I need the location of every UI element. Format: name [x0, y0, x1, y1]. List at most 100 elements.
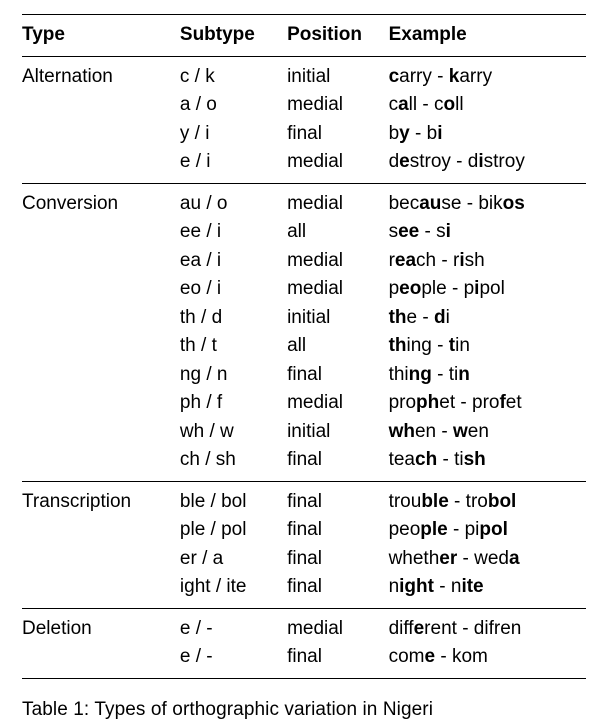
cell-example: thing - tin: [389, 332, 586, 361]
caption-text-fragment: Types of orthographic variation in Niger…: [94, 699, 433, 720]
table-row: eo / imedialpeople - pipol: [22, 275, 586, 304]
table-row: ph / fmedialprophet - profet: [22, 389, 586, 418]
cell-position: final: [287, 120, 389, 149]
col-header-subtype: Subtype: [180, 15, 287, 57]
table-row: Deletione / -medialdifferent - difren: [22, 608, 586, 643]
cell-type: Conversion: [22, 183, 180, 218]
col-header-type: Type: [22, 15, 180, 57]
cell-type: [22, 120, 180, 149]
cell-type: Alternation: [22, 56, 180, 91]
cell-subtype: wh / w: [180, 418, 287, 447]
cell-type: [22, 418, 180, 447]
cell-position: final: [287, 545, 389, 574]
cell-position: final: [287, 361, 389, 390]
cell-position: final: [287, 481, 389, 516]
cell-example: when - wen: [389, 418, 586, 447]
cell-position: medial: [287, 608, 389, 643]
cell-subtype: a / o: [180, 91, 287, 120]
cell-example: trouble - trobol: [389, 481, 586, 516]
cell-example: thing - tin: [389, 361, 586, 390]
cell-subtype: y / i: [180, 120, 287, 149]
cell-position: medial: [287, 389, 389, 418]
cell-type: [22, 516, 180, 545]
cell-example: people - pipol: [389, 516, 586, 545]
table-row: ight / itefinalnight - nite: [22, 573, 586, 608]
cell-position: final: [287, 446, 389, 481]
cell-position: final: [287, 643, 389, 678]
cell-position: initial: [287, 418, 389, 447]
table-row: e / -finalcome - kom: [22, 643, 586, 678]
cell-position: medial: [287, 183, 389, 218]
caption-prefix: Table 1:: [22, 699, 94, 720]
orthographic-variation-table: Type Subtype Position Example Alternatio…: [22, 14, 586, 679]
cell-example: whether - weda: [389, 545, 586, 574]
table-row: a / omedialcall - coll: [22, 91, 586, 120]
cell-type: [22, 304, 180, 333]
cell-example: teach - tish: [389, 446, 586, 481]
cell-subtype: ple / pol: [180, 516, 287, 545]
cell-subtype: eo / i: [180, 275, 287, 304]
cell-type: Transcription: [22, 481, 180, 516]
cell-example: people - pipol: [389, 275, 586, 304]
col-header-example: Example: [389, 15, 586, 57]
cell-subtype: e / -: [180, 643, 287, 678]
cell-example: reach - rish: [389, 247, 586, 276]
table-row: Conversionau / omedialbecause - bikos: [22, 183, 586, 218]
table-row: th / tallthing - tin: [22, 332, 586, 361]
cell-example: call - coll: [389, 91, 586, 120]
cell-example: night - nite: [389, 573, 586, 608]
cell-type: [22, 389, 180, 418]
cell-position: medial: [287, 91, 389, 120]
cell-type: [22, 332, 180, 361]
cell-example: by - bi: [389, 120, 586, 149]
cell-subtype: ble / bol: [180, 481, 287, 516]
cell-type: [22, 218, 180, 247]
cell-example: destroy - distroy: [389, 148, 586, 183]
table-row: ng / nfinalthing - tin: [22, 361, 586, 390]
cell-example: the - di: [389, 304, 586, 333]
table-row: th / dinitialthe - di: [22, 304, 586, 333]
cell-example: different - difren: [389, 608, 586, 643]
cell-position: medial: [287, 247, 389, 276]
cell-position: final: [287, 516, 389, 545]
cell-type: [22, 148, 180, 183]
cell-type: [22, 247, 180, 276]
cell-type: Deletion: [22, 608, 180, 643]
cell-subtype: e / -: [180, 608, 287, 643]
cell-subtype: ee / i: [180, 218, 287, 247]
cell-type: [22, 275, 180, 304]
table-row: ea / imedialreach - rish: [22, 247, 586, 276]
cell-position: initial: [287, 304, 389, 333]
cell-subtype: au / o: [180, 183, 287, 218]
table-row: ee / iallsee - si: [22, 218, 586, 247]
table-row: er / afinalwhether - weda: [22, 545, 586, 574]
cell-subtype: ight / ite: [180, 573, 287, 608]
table-row: ple / polfinalpeople - pipol: [22, 516, 586, 545]
cell-example: come - kom: [389, 643, 586, 678]
cell-type: [22, 91, 180, 120]
cell-position: final: [287, 573, 389, 608]
table-caption: Table 1: Types of orthographic variation…: [22, 697, 586, 722]
cell-subtype: c / k: [180, 56, 287, 91]
cell-position: medial: [287, 275, 389, 304]
cell-example: prophet - profet: [389, 389, 586, 418]
cell-subtype: th / t: [180, 332, 287, 361]
cell-subtype: ng / n: [180, 361, 287, 390]
cell-example: carry - karry: [389, 56, 586, 91]
table-header-row: Type Subtype Position Example: [22, 15, 586, 57]
cell-type: [22, 545, 180, 574]
cell-example: because - bikos: [389, 183, 586, 218]
cell-subtype: ph / f: [180, 389, 287, 418]
cell-subtype: th / d: [180, 304, 287, 333]
table-row: y / ifinalby - bi: [22, 120, 586, 149]
col-header-position: Position: [287, 15, 389, 57]
cell-type: [22, 361, 180, 390]
cell-subtype: e / i: [180, 148, 287, 183]
cell-position: all: [287, 218, 389, 247]
cell-subtype: ch / sh: [180, 446, 287, 481]
table-row: wh / winitialwhen - wen: [22, 418, 586, 447]
table-row: ch / shfinalteach - tish: [22, 446, 586, 481]
cell-type: [22, 643, 180, 678]
table-row: Alternationc / kinitialcarry - karry: [22, 56, 586, 91]
cell-type: [22, 573, 180, 608]
